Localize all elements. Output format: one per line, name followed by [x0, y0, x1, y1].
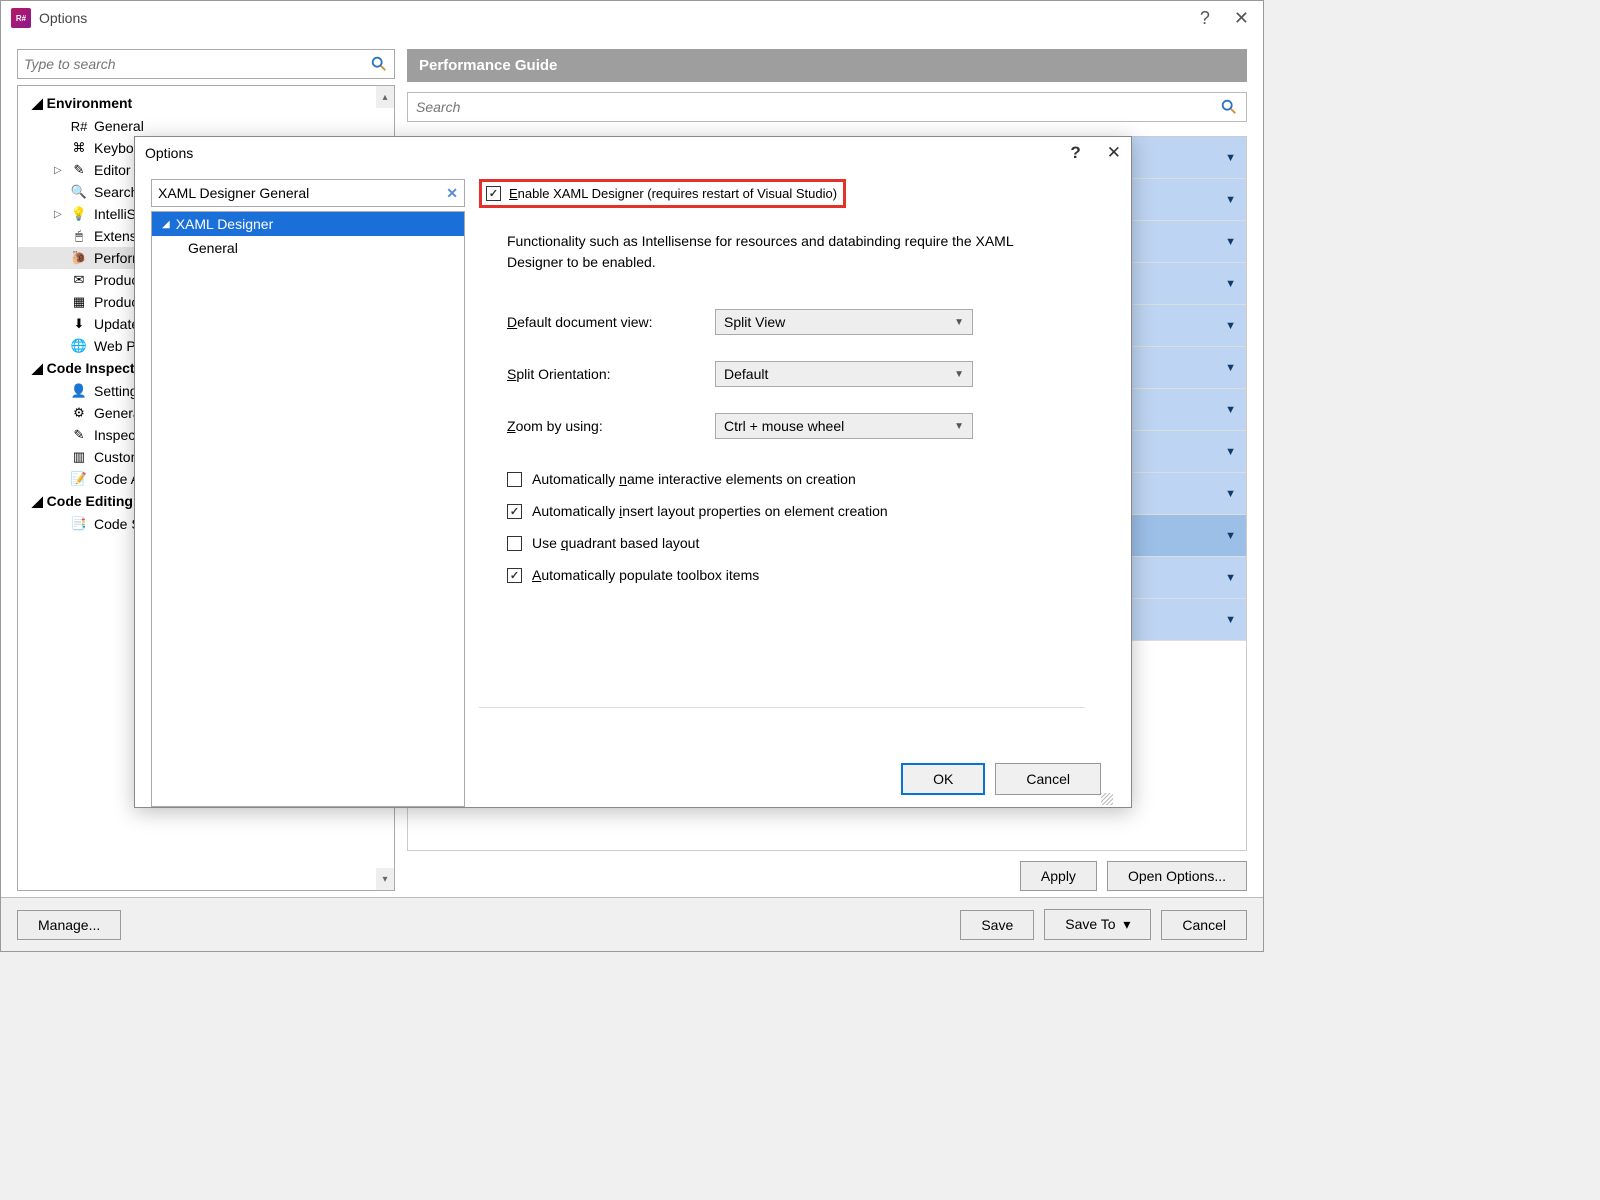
outer-title: Options — [39, 10, 87, 26]
chevron-down-icon: ▼ — [954, 421, 964, 432]
outer-bottom-bar: Manage... Save Save To ▾ Cancel — [1, 897, 1263, 951]
chevron-down-icon: ▼ — [1225, 278, 1236, 290]
mail-icon: ✉ — [70, 271, 88, 289]
chevron-down-icon: ▼ — [954, 317, 964, 328]
info-text: Functionality such as Intellisense for r… — [507, 231, 1067, 273]
checkbox[interactable] — [507, 536, 522, 551]
cancel-button[interactable]: Cancel — [995, 763, 1101, 795]
perf-icon: 🐌 — [70, 249, 88, 267]
perf-search[interactable] — [407, 92, 1247, 122]
inner-sidebar: ✕ ◢XAML Designer General — [151, 179, 465, 807]
zoom-label: Zoom by using: — [507, 418, 707, 434]
inner-search[interactable]: ✕ — [151, 179, 465, 207]
pattern-icon: ▥ — [70, 448, 88, 466]
split-orientation-label: Split Orientation: — [507, 366, 707, 382]
tree-group[interactable]: ◢ Environment — [18, 92, 394, 115]
keys-icon: ⌘ — [70, 139, 88, 157]
checkbox[interactable] — [507, 568, 522, 583]
clear-search-icon[interactable]: ✕ — [446, 185, 458, 202]
collapse-icon: ◢ — [162, 219, 170, 230]
separator — [479, 707, 1085, 708]
expand-icon: ▷ — [54, 209, 62, 220]
checkbox-label[interactable]: Automatically populate toolbox items — [532, 567, 759, 583]
bulb-icon: 💡 — [70, 205, 88, 223]
expand-icon: ▷ — [54, 165, 62, 176]
outer-titlebar: R# Options ? ✕ — [1, 1, 1263, 35]
tree-item[interactable]: R# General — [18, 115, 394, 137]
inner-main: Enable XAML Designer (requires restart o… — [479, 179, 1115, 807]
checkbox-row: Automatically name interactive elements … — [507, 471, 888, 487]
chevron-down-icon: ▼ — [1225, 572, 1236, 584]
download-icon: ⬇ — [70, 315, 88, 333]
default-view-select[interactable]: Split View▼ — [715, 309, 973, 335]
chevron-down-icon: ▼ — [954, 369, 964, 380]
default-view-label: Default document view: — [507, 314, 707, 330]
proxy-icon: 🌐 — [70, 337, 88, 355]
checkbox-label[interactable]: Automatically name interactive elements … — [532, 471, 856, 487]
inspect-icon: ✎ — [70, 426, 88, 444]
checkbox-label[interactable]: Use quadrant based layout — [532, 535, 699, 551]
ok-button[interactable]: OK — [901, 763, 985, 795]
resize-grip-icon[interactable] — [1101, 793, 1113, 805]
checkbox-row: Use quadrant based layout — [507, 535, 888, 551]
close-icon[interactable]: ✕ — [1107, 143, 1121, 163]
inner-search-input[interactable] — [158, 185, 446, 201]
manage-button[interactable]: Manage... — [17, 910, 121, 940]
chevron-down-icon: ▼ — [1225, 530, 1236, 542]
tree-item-label: General — [94, 118, 144, 134]
chevron-down-icon: ▼ — [1225, 236, 1236, 248]
zoom-select[interactable]: Ctrl + mouse wheel▼ — [715, 413, 973, 439]
enable-xaml-designer-label[interactable]: Enable XAML Designer (requires restart o… — [509, 186, 837, 201]
chevron-down-icon: ▼ — [1225, 614, 1236, 626]
tree-item-label: Editor — [94, 162, 131, 178]
inner-title: Options — [145, 145, 193, 161]
open-options-button[interactable]: Open Options... — [1107, 861, 1247, 891]
chevron-down-icon: ▼ — [1225, 194, 1236, 206]
user-icon: 👤 — [70, 382, 88, 400]
split-orientation-select[interactable]: Default▼ — [715, 361, 973, 387]
save-button[interactable]: Save — [960, 910, 1034, 940]
search-icon — [370, 55, 388, 73]
outer-search-input[interactable] — [24, 56, 370, 72]
enable-xaml-designer-checkbox[interactable] — [486, 186, 501, 201]
close-icon[interactable]: ✕ — [1234, 8, 1249, 29]
chevron-down-icon: ▼ — [1225, 404, 1236, 416]
annot-icon: 📝 — [70, 470, 88, 488]
chevron-down-icon: ▼ — [1225, 320, 1236, 332]
outer-search[interactable] — [17, 49, 395, 79]
gear-icon: ⚙ — [70, 404, 88, 422]
perf-search-input[interactable] — [416, 99, 1220, 115]
vs-options-dialog: Options ? ✕ ✕ ◢XAML Designer General Ena… — [134, 136, 1132, 808]
rsharp-icon: R# — [70, 117, 88, 135]
share-icon: 📑 — [70, 515, 88, 533]
ext-icon: 🖱 — [70, 227, 88, 245]
tree-item-general[interactable]: General — [152, 236, 464, 260]
cancel-button[interactable]: Cancel — [1161, 910, 1247, 940]
inner-titlebar: Options ? ✕ — [135, 137, 1131, 169]
checkbox-row: Automatically populate toolbox items — [507, 567, 888, 583]
grid-icon: ▦ — [70, 293, 88, 311]
mag-icon: 🔍 — [70, 183, 88, 201]
pencil-icon: ✎ — [70, 161, 88, 179]
checkbox-label[interactable]: Automatically insert layout properties o… — [532, 503, 888, 519]
chevron-down-icon: ▼ — [1225, 446, 1236, 458]
checkbox-row: Automatically insert layout properties o… — [507, 503, 888, 519]
help-icon[interactable]: ? — [1200, 8, 1210, 29]
chevron-down-icon: ▼ — [1225, 488, 1236, 500]
chevron-down-icon: ▼ — [1225, 362, 1236, 374]
inner-tree: ◢XAML Designer General — [151, 211, 465, 807]
scroll-down-icon[interactable]: ▾ — [376, 868, 394, 890]
help-icon[interactable]: ? — [1070, 143, 1080, 163]
search-icon — [1220, 98, 1238, 116]
performance-guide-header: Performance Guide — [407, 49, 1247, 82]
checkbox[interactable] — [507, 472, 522, 487]
tree-item-xaml-designer[interactable]: ◢XAML Designer — [152, 212, 464, 236]
highlighted-enable-option: Enable XAML Designer (requires restart o… — [479, 179, 846, 208]
apply-button[interactable]: Apply — [1020, 861, 1097, 891]
resharper-icon: R# — [11, 8, 31, 28]
checkbox[interactable] — [507, 504, 522, 519]
save-to-button[interactable]: Save To ▾ — [1044, 909, 1151, 940]
chevron-down-icon: ▼ — [1225, 152, 1236, 164]
